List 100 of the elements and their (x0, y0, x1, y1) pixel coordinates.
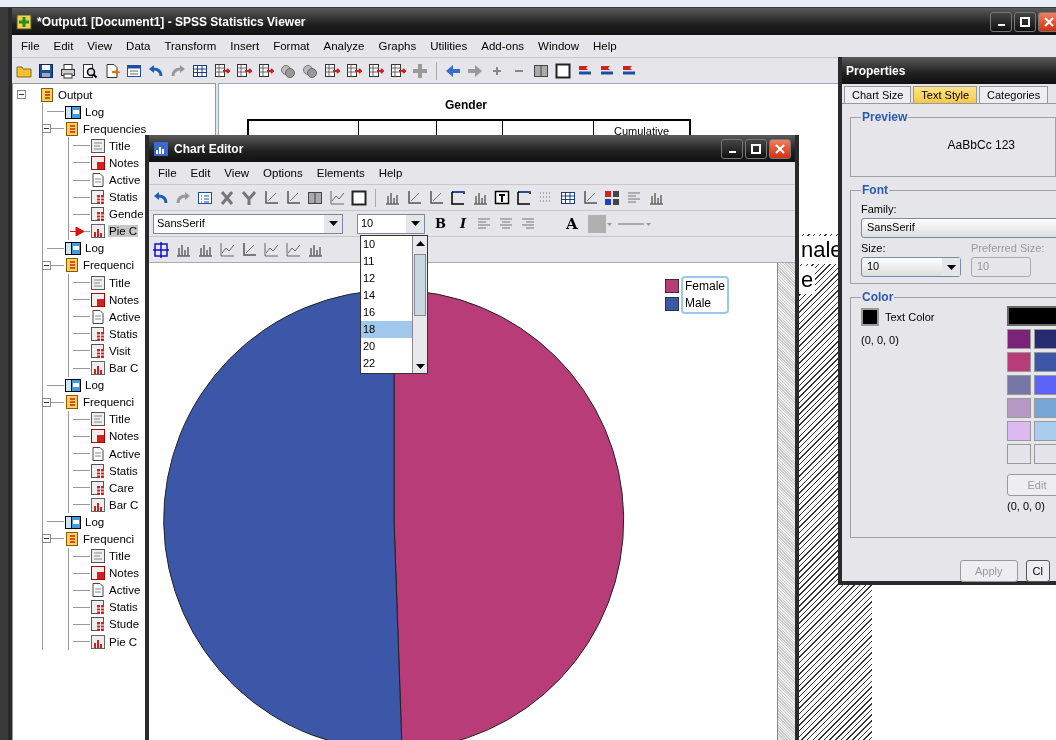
line-chart-icon[interactable] (219, 241, 235, 258)
outline-item[interactable]: Notes (108, 567, 141, 580)
undo-icon[interactable] (148, 62, 164, 79)
menu-item[interactable]: Analyze (316, 40, 372, 52)
outline-item[interactable]: Visit (108, 344, 132, 357)
minimize-button[interactable] (990, 11, 1012, 32)
outline-item[interactable]: Stude (108, 618, 141, 631)
table-icon[interactable] (324, 62, 340, 79)
redo-icon[interactable] (170, 62, 186, 79)
frame-icon[interactable] (351, 189, 367, 206)
menu-item[interactable]: Insert (223, 40, 267, 52)
title-icon[interactable] (516, 189, 532, 206)
menu-item[interactable]: Help (371, 167, 410, 179)
maximize-button[interactable] (745, 138, 767, 159)
printer-icon[interactable] (60, 62, 76, 79)
table-icon[interactable] (192, 62, 208, 79)
table-icon[interactable] (368, 62, 384, 79)
swatch-grid-icon[interactable] (604, 189, 620, 206)
outline-item[interactable]: Statis (108, 464, 139, 477)
axes-icon[interactable] (582, 189, 598, 206)
text-color-button[interactable]: A (562, 214, 582, 233)
outline-item[interactable]: Statis (108, 191, 139, 204)
collapse-toggle[interactable] (42, 261, 51, 270)
outline-item[interactable]: Log (84, 515, 106, 528)
color-swatch[interactable] (1007, 421, 1031, 441)
list-option[interactable]: 16 (361, 304, 412, 321)
list-option[interactable]: 22 (361, 355, 412, 372)
bold-button[interactable]: B (431, 216, 450, 231)
color-swatch[interactable] (1034, 444, 1056, 464)
menu-item[interactable]: Help (586, 40, 624, 52)
list-icon[interactable] (197, 189, 213, 206)
fill-color-icon[interactable] (587, 214, 612, 233)
italic-button[interactable]: I (456, 216, 471, 231)
color-swatch[interactable] (1007, 329, 1031, 349)
menu-item[interactable]: File (14, 40, 47, 52)
save-icon[interactable] (38, 62, 54, 79)
crosshair-icon[interactable] (153, 241, 169, 258)
tab[interactable]: Categories (979, 86, 1049, 103)
outline-item[interactable]: Bar C (108, 362, 140, 375)
collapse-toggle[interactable] (17, 90, 26, 100)
plus-icon[interactable] (412, 62, 428, 79)
size-dropdown[interactable]: 10 (861, 257, 961, 277)
document-icon[interactable] (104, 62, 120, 79)
tab[interactable]: Text Style (913, 86, 978, 103)
circles-icon[interactable] (302, 62, 318, 79)
menu-item[interactable]: Options (256, 167, 310, 179)
outline-item[interactable]: Title (108, 276, 132, 289)
color-swatch[interactable] (1034, 421, 1056, 441)
outline-item[interactable]: Frequencies (82, 122, 148, 135)
maximize-button[interactable] (1014, 11, 1036, 32)
color-swatch[interactable] (1034, 352, 1056, 372)
table-icon[interactable] (560, 189, 576, 206)
family-dropdown[interactable]: SansSerif (861, 218, 1056, 238)
outline-item[interactable]: Active (108, 310, 142, 323)
outline-item[interactable]: Gende (108, 208, 145, 221)
menu-item[interactable]: Graphs (371, 40, 424, 52)
close-button[interactable]: Cl (1025, 560, 1050, 582)
color-swatch[interactable] (1007, 352, 1031, 372)
tab[interactable]: Chart Size (844, 86, 912, 103)
axes-icon[interactable] (285, 189, 301, 206)
menu-item[interactable]: Edit (46, 40, 81, 52)
frame-icon[interactable] (555, 62, 571, 79)
y-icon[interactable] (241, 189, 257, 206)
list-option[interactable]: 18 (361, 321, 412, 338)
collapse-toggle[interactable] (42, 124, 51, 134)
magnifier-icon[interactable] (82, 62, 98, 79)
title-icon[interactable] (450, 189, 466, 206)
outline-item[interactable]: Frequenci (82, 259, 136, 272)
minimize-button[interactable] (721, 138, 743, 159)
outline-item[interactable]: Title (108, 139, 132, 152)
text-box-icon[interactable] (494, 189, 510, 206)
arrow-right-icon[interactable] (467, 62, 483, 79)
outline-item[interactable]: Frequenci (82, 396, 136, 409)
menu-item[interactable]: File (151, 167, 184, 179)
outline-item[interactable]: Statis (108, 601, 139, 614)
color-swatch[interactable] (1034, 375, 1056, 395)
table-icon[interactable] (390, 62, 406, 79)
circles-icon[interactable] (280, 62, 296, 79)
legend-selection[interactable]: Female Male (681, 276, 729, 314)
list-option[interactable]: 14 (361, 287, 412, 304)
outline-item[interactable]: Statis (108, 327, 139, 340)
list-option[interactable]: 11 (361, 253, 412, 270)
collapse-toggle[interactable] (42, 534, 51, 544)
menu-item[interactable]: Add-ons (474, 40, 532, 52)
outline-item[interactable]: Log (84, 379, 106, 392)
menu-item[interactable]: View (217, 167, 257, 179)
outline-item[interactable]: Notes (108, 430, 141, 443)
list-option[interactable]: 10 (361, 236, 412, 253)
color-swatch[interactable] (1007, 375, 1031, 395)
outline-item[interactable]: Care (108, 481, 135, 494)
font-size-dropdown[interactable]: 10 (357, 213, 425, 234)
book-icon[interactable] (307, 189, 323, 206)
x-icon[interactable] (219, 189, 235, 206)
scroll-up-icon[interactable] (415, 240, 425, 246)
outline-item[interactable]: Active (108, 447, 142, 460)
color-swatch[interactable] (1034, 398, 1056, 418)
menu-item[interactable]: View (80, 40, 120, 52)
axes-icon[interactable] (263, 189, 279, 206)
close-button[interactable] (769, 138, 791, 159)
outline-item[interactable]: Active (108, 174, 142, 186)
